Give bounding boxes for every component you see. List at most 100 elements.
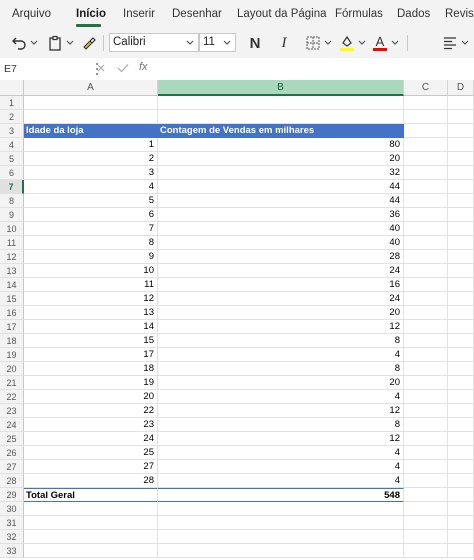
tab-inserir[interactable]: Inserir <box>123 8 155 20</box>
font-color-dropdown-icon[interactable] <box>391 39 399 47</box>
pivot-row-label[interactable]: 5 <box>24 194 158 208</box>
cell[interactable] <box>448 250 474 264</box>
row-number[interactable]: 6 <box>0 166 24 180</box>
pivot-row-value[interactable]: 12 <box>158 432 404 446</box>
row-number[interactable]: 33 <box>0 544 24 558</box>
cell[interactable] <box>404 530 448 544</box>
cell[interactable] <box>448 222 474 236</box>
cell[interactable] <box>448 180 474 194</box>
pivot-row-value[interactable]: 20 <box>158 306 404 320</box>
row-number[interactable]: 23 <box>0 404 24 418</box>
cell[interactable] <box>448 278 474 292</box>
borders-icon[interactable] <box>304 34 322 52</box>
row-number[interactable]: 14 <box>0 278 24 292</box>
cell[interactable] <box>448 236 474 250</box>
row-number[interactable]: 32 <box>0 530 24 544</box>
cell[interactable] <box>404 96 448 110</box>
pivot-row-value[interactable]: 40 <box>158 236 404 250</box>
insert-function-button[interactable]: fx <box>139 61 148 73</box>
format-painter-icon[interactable] <box>80 34 98 52</box>
cell[interactable] <box>448 376 474 390</box>
cell[interactable] <box>24 96 158 110</box>
fill-color-icon[interactable] <box>338 34 356 52</box>
cell[interactable] <box>404 404 448 418</box>
row-number[interactable]: 30 <box>0 502 24 516</box>
tab-dados[interactable]: Dados <box>397 8 430 20</box>
pivot-row-label[interactable]: 19 <box>24 376 158 390</box>
cell[interactable] <box>404 320 448 334</box>
pivot-row-value[interactable]: 40 <box>158 222 404 236</box>
row-number[interactable]: 15 <box>0 292 24 306</box>
italic-button[interactable]: I <box>275 34 293 52</box>
tab-arquivo[interactable]: Arquivo <box>12 8 51 20</box>
cell[interactable] <box>448 138 474 152</box>
cell[interactable] <box>404 110 448 124</box>
pivot-row-label[interactable]: 12 <box>24 292 158 306</box>
cell[interactable] <box>448 152 474 166</box>
cell[interactable] <box>404 544 448 558</box>
row-number[interactable]: 21 <box>0 376 24 390</box>
row-number[interactable]: 18 <box>0 334 24 348</box>
pivot-row-label[interactable]: 4 <box>24 180 158 194</box>
cell[interactable] <box>404 292 448 306</box>
pivot-row-value[interactable]: 4 <box>158 460 404 474</box>
pivot-row-value[interactable]: 8 <box>158 362 404 376</box>
cell[interactable] <box>448 194 474 208</box>
pivot-row-label[interactable]: 14 <box>24 320 158 334</box>
align-icon[interactable] <box>441 34 459 52</box>
cell[interactable] <box>404 488 448 502</box>
row-number[interactable]: 29 <box>0 488 24 502</box>
pivot-row-label[interactable]: 3 <box>24 166 158 180</box>
cell[interactable] <box>448 418 474 432</box>
undo-icon[interactable] <box>10 34 28 52</box>
row-number[interactable]: 27 <box>0 460 24 474</box>
grand-total-label[interactable]: Total Geral <box>24 488 158 502</box>
pivot-row-value[interactable]: 12 <box>158 320 404 334</box>
pivot-row-label[interactable]: 25 <box>24 446 158 460</box>
cell[interactable] <box>404 516 448 530</box>
formula-input[interactable] <box>156 60 474 78</box>
tab-inicio[interactable]: Início <box>76 8 106 20</box>
row-number[interactable]: 25 <box>0 432 24 446</box>
cell[interactable] <box>404 446 448 460</box>
cell[interactable] <box>404 264 448 278</box>
cell[interactable] <box>404 390 448 404</box>
grand-total-value[interactable]: 548 <box>158 488 404 502</box>
cell[interactable] <box>158 516 404 530</box>
cell[interactable] <box>404 348 448 362</box>
pivot-row-label[interactable]: 20 <box>24 390 158 404</box>
cell[interactable] <box>448 502 474 516</box>
row-number[interactable]: 7 <box>0 180 24 194</box>
pivot-row-value[interactable]: 28 <box>158 250 404 264</box>
pivot-row-label[interactable]: 2 <box>24 152 158 166</box>
cell[interactable] <box>448 488 474 502</box>
cell[interactable] <box>404 138 448 152</box>
row-number[interactable]: 28 <box>0 474 24 488</box>
pivot-row-value[interactable]: 44 <box>158 180 404 194</box>
cell[interactable] <box>448 362 474 376</box>
pivot-row-value[interactable]: 16 <box>158 278 404 292</box>
column-header-c[interactable]: C <box>404 80 448 96</box>
pivot-row-label[interactable]: 6 <box>24 208 158 222</box>
cell[interactable] <box>448 348 474 362</box>
pivot-row-label[interactable]: 13 <box>24 306 158 320</box>
cell[interactable] <box>448 208 474 222</box>
undo-dropdown-icon[interactable] <box>30 39 38 47</box>
paste-dropdown-icon[interactable] <box>66 39 74 47</box>
cell[interactable] <box>448 124 474 138</box>
row-number[interactable]: 10 <box>0 222 24 236</box>
cancel-icon[interactable] <box>96 63 106 73</box>
pivot-row-label[interactable]: 24 <box>24 432 158 446</box>
row-number[interactable]: 13 <box>0 264 24 278</box>
column-header-a[interactable]: A <box>24 80 158 96</box>
cell[interactable] <box>404 306 448 320</box>
cell[interactable] <box>404 124 448 138</box>
pivot-row-label[interactable]: 8 <box>24 236 158 250</box>
cell[interactable] <box>404 418 448 432</box>
cell[interactable] <box>404 376 448 390</box>
row-number[interactable]: 22 <box>0 390 24 404</box>
pivot-row-label[interactable]: 18 <box>24 362 158 376</box>
cell[interactable] <box>404 166 448 180</box>
cell[interactable] <box>404 432 448 446</box>
cell[interactable] <box>448 460 474 474</box>
